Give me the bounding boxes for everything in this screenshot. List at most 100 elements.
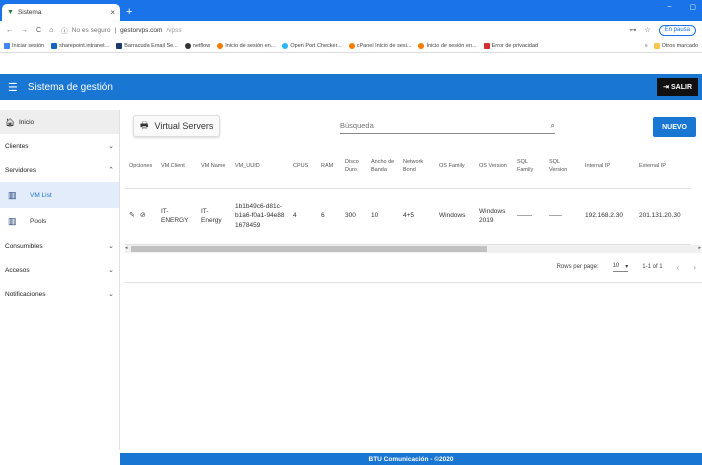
sidebar-item-vm-list[interactable]: ▥ VM List <box>0 182 119 208</box>
next-page-icon[interactable]: › <box>693 263 696 272</box>
logout-icon: ⇥ <box>663 84 669 91</box>
search-input[interactable] <box>340 121 551 130</box>
browser-tab[interactable]: ▼ Sistema × <box>2 4 120 21</box>
forward-icon[interactable]: → <box>21 27 28 34</box>
chevron-down-icon: ⌄ <box>108 267 114 274</box>
sidebar-item-servidores[interactable]: Servidores ⌃ <box>0 158 119 182</box>
cell-os-version: Windows 2019 <box>475 188 513 245</box>
cell-external-ip: 201.131.20.30 <box>635 188 691 245</box>
virtual-servers-title: 🖶︎ Virtual Servers <box>133 115 221 137</box>
rows-per-page-label: Rows per page: <box>556 264 599 270</box>
edit-icon[interactable]: ✎ <box>129 211 135 221</box>
minimize-icon[interactable]: – <box>667 3 671 11</box>
bookmark-item[interactable]: Inicio de sesión en... <box>217 42 275 49</box>
bookmark-item[interactable]: netflow <box>184 42 210 49</box>
prev-page-icon[interactable]: ‹ <box>677 263 680 272</box>
star-icon[interactable]: ☆ <box>644 26 650 34</box>
browser-tab-bar: ▼ Sistema × + – ▢ <box>0 0 702 21</box>
logout-button[interactable]: ⇥ SALIR <box>657 78 698 96</box>
sidebar-item-clientes[interactable]: Clientes ⌄ <box>0 134 119 158</box>
column-header[interactable]: Network Bond <box>399 146 435 189</box>
close-tab-icon[interactable]: × <box>110 8 115 17</box>
bookmark-item[interactable]: Inicio de sesión en... <box>418 42 477 49</box>
sidebar-item-accesos[interactable]: Accesos ⌄ <box>0 258 119 282</box>
url-field[interactable]: ⓘ No es seguro | gestorvps.com/vpss <box>61 25 621 36</box>
tab-title: Sistema <box>17 9 42 16</box>
column-header[interactable]: OS Version <box>475 146 513 189</box>
column-header[interactable]: Ancho de Banda <box>367 146 399 189</box>
app-title: Sistema de gestión <box>27 81 113 93</box>
home-icon[interactable]: ⌂ <box>49 27 53 34</box>
key-icon[interactable]: ⊶ <box>629 26 636 34</box>
horizontal-scrollbar[interactable]: ◂ ▸ <box>125 244 702 253</box>
column-header[interactable]: Disco Duro <box>341 146 367 189</box>
column-header[interactable]: SQL Family <box>513 146 545 189</box>
bookmark-icon <box>116 42 123 49</box>
table-row: ✎ ⊘ IT-ENERGY IT-Energy 1b1b49c6-d81c-b1… <box>125 188 691 245</box>
search-icon[interactable]: ⌕ <box>551 121 555 131</box>
reload-icon[interactable]: C <box>36 27 41 34</box>
disable-icon[interactable]: ⊘ <box>140 211 146 221</box>
dropdown-arrow-icon: ▾ <box>625 263 629 270</box>
table-header-row: Opciones VM Client VM Name VM_UUID CPUS … <box>125 146 691 189</box>
scrollbar-thumb[interactable] <box>131 245 487 252</box>
bookmark-item[interactable]: cPanel Inicio de sesi... <box>348 42 411 49</box>
column-header[interactable]: VM Name <box>197 146 231 189</box>
bookmark-icon <box>418 42 425 49</box>
sidebar-item-consumibles[interactable]: Consumibles ⌄ <box>0 234 119 258</box>
other-bookmarks[interactable]: Otros marcado <box>653 42 698 49</box>
scroll-right-icon[interactable]: ▸ <box>698 245 701 251</box>
table-container: Opciones VM Client VM Name VM_UUID CPUS … <box>125 146 702 245</box>
column-header[interactable]: VM Client <box>157 146 197 189</box>
column-header[interactable]: Internal IP <box>581 146 635 189</box>
insecure-label: No es seguro <box>71 26 111 34</box>
bookmark-icon <box>51 42 58 49</box>
bookmark-item[interactable]: sharepoint.intranet... <box>51 42 109 49</box>
bookmarks-more-icon[interactable]: » <box>645 43 648 49</box>
chevron-down-icon: ⌄ <box>108 291 114 298</box>
cell-ram: 6 <box>317 188 341 245</box>
footer: BTU Comunicación - ©2020 <box>120 453 702 465</box>
new-button[interactable]: NUEVO <box>653 117 696 137</box>
cell-ancho: 10 <box>367 188 399 245</box>
server-icon: ▥ <box>8 189 17 200</box>
column-header[interactable]: CPUS <box>289 146 317 189</box>
main-content: 🖶︎ Virtual Servers ⌕ NUEVO Opciones VM C… <box>125 110 702 283</box>
folder-icon <box>653 42 660 49</box>
menu-icon[interactable]: ☰ <box>8 81 18 94</box>
bookmark-icon <box>184 42 191 49</box>
scroll-left-icon[interactable]: ◂ <box>125 245 128 251</box>
server-icon: ▥ <box>8 215 17 226</box>
address-bar: ← → C ⌂ ⓘ No es seguro | gestorvps.com/v… <box>0 21 702 39</box>
back-icon[interactable]: ← <box>6 27 13 34</box>
bookmark-item[interactable]: Barracuda Email Se... <box>116 42 178 49</box>
vm-table: Opciones VM Client VM Name VM_UUID CPUS … <box>125 146 691 245</box>
cell-bond: 4+5 <box>399 188 435 245</box>
cell-vm-client: IT-ENERGY <box>157 188 197 245</box>
bookmark-item[interactable]: Iniciar sesión <box>4 42 44 49</box>
bookmark-icon <box>348 42 355 49</box>
info-icon: ⓘ <box>61 28 68 35</box>
bookmark-item[interactable]: Error de privacidad <box>483 42 538 49</box>
profile-pause-button[interactable]: En pausa <box>658 24 696 36</box>
printer-icon[interactable]: 🖶︎ <box>140 118 149 134</box>
column-header[interactable]: VM_UUID <box>231 146 289 189</box>
sidebar-item-notificaciones[interactable]: Notificaciones ⌄ <box>0 282 119 306</box>
cell-sql-family: ——- <box>513 188 545 245</box>
new-tab-button[interactable]: + <box>126 6 132 18</box>
column-header[interactable]: Opciones <box>125 146 157 189</box>
url-domain: gestorvps.com <box>120 26 163 34</box>
column-header[interactable]: SQL Version <box>545 146 581 189</box>
sidebar: 🏠︎ Inicio Clientes ⌄ Servidores ⌃ ▥ VM L… <box>0 110 120 450</box>
maximize-icon[interactable]: ▢ <box>689 3 696 11</box>
column-header[interactable]: External IP <box>635 146 691 189</box>
bookmark-item[interactable]: Open Port Checker... <box>282 42 342 49</box>
cell-sql-version: —— <box>545 188 581 245</box>
sidebar-item-inicio[interactable]: 🏠︎ Inicio <box>0 110 119 134</box>
column-header[interactable]: OS Family <box>435 146 475 189</box>
cell-vm-uuid: 1b1b49c6-d81c-b1a6-f0a1-94e881678459 <box>231 188 289 245</box>
column-header[interactable]: RAM <box>317 146 341 189</box>
cell-disco: 300 <box>341 188 367 245</box>
rows-per-page-select[interactable]: 10 ▾ <box>612 263 629 272</box>
sidebar-item-pools[interactable]: ▥ Pools <box>0 208 119 234</box>
